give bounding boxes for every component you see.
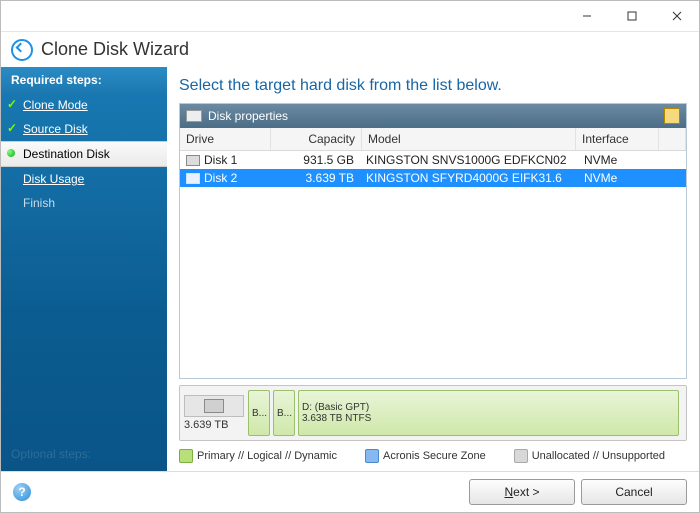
disk-map-total: 3.639 TB — [184, 390, 242, 436]
hard-disk-icon — [204, 399, 224, 413]
panel-header: Disk properties — [180, 104, 686, 128]
partition[interactable]: B... — [248, 390, 270, 436]
step-finish: Finish — [1, 191, 167, 215]
titlebar — [1, 1, 699, 32]
next-button[interactable]: Next > — [469, 479, 575, 505]
legend: Primary // Logical // Dynamic Acronis Se… — [179, 441, 687, 471]
sidebar: Required steps: Clone Mode Source Disk D… — [1, 67, 167, 471]
disk-list: Disk 1 931.5 GB KINGSTON SNVS1000G EDFKC… — [180, 151, 686, 378]
disk-icon — [186, 110, 202, 122]
legend-secure-swatch — [365, 449, 379, 463]
col-model[interactable]: Model — [362, 128, 576, 150]
hard-disk-icon — [186, 173, 200, 184]
main-content: Select the target hard disk from the lis… — [167, 67, 699, 471]
minimize-button[interactable] — [564, 1, 609, 31]
step-clone-mode[interactable]: Clone Mode — [1, 93, 167, 117]
cancel-button[interactable]: Cancel — [581, 479, 687, 505]
step-disk-usage[interactable]: Disk Usage — [1, 167, 167, 191]
partition[interactable]: D: (Basic GPT) 3.638 TB NTFS — [298, 390, 679, 436]
disk-map: 3.639 TB B... B... D: (Basic GPT) 3.638 … — [179, 385, 687, 441]
sidebar-optional-heading: Optional steps: — [1, 437, 167, 471]
panel-options-icon[interactable] — [664, 108, 680, 124]
sidebar-heading: Required steps: — [1, 67, 167, 93]
close-button[interactable] — [654, 1, 699, 31]
partition[interactable]: B... — [273, 390, 295, 436]
step-destination-disk[interactable]: Destination Disk — [1, 141, 167, 167]
footer: ? Next > Cancel — [1, 471, 699, 512]
panel-title: Disk properties — [208, 109, 288, 123]
column-headers: Drive Capacity Model Interface — [180, 128, 686, 151]
disk-row[interactable]: Disk 2 3.639 TB KINGSTON SFYRD4000G EIFK… — [180, 169, 686, 187]
wizard-window: Clone Disk Wizard Required steps: Clone … — [0, 0, 700, 513]
legend-primary-swatch — [179, 449, 193, 463]
step-source-disk[interactable]: Source Disk — [1, 117, 167, 141]
wizard-title: Clone Disk Wizard — [41, 39, 189, 60]
legend-unalloc-swatch — [514, 449, 528, 463]
page-prompt: Select the target hard disk from the lis… — [179, 77, 687, 95]
wizard-icon — [11, 39, 33, 61]
header: Clone Disk Wizard — [1, 32, 699, 67]
maximize-button[interactable] — [609, 1, 654, 31]
help-button[interactable]: ? — [13, 483, 31, 501]
col-capacity[interactable]: Capacity — [271, 128, 362, 150]
col-interface[interactable]: Interface — [576, 128, 659, 150]
disk-properties-panel: Disk properties Drive Capacity Model Int… — [179, 103, 687, 379]
disk-row[interactable]: Disk 1 931.5 GB KINGSTON SNVS1000G EDFKC… — [180, 151, 686, 169]
hard-disk-icon — [186, 155, 200, 166]
col-drive[interactable]: Drive — [180, 128, 271, 150]
